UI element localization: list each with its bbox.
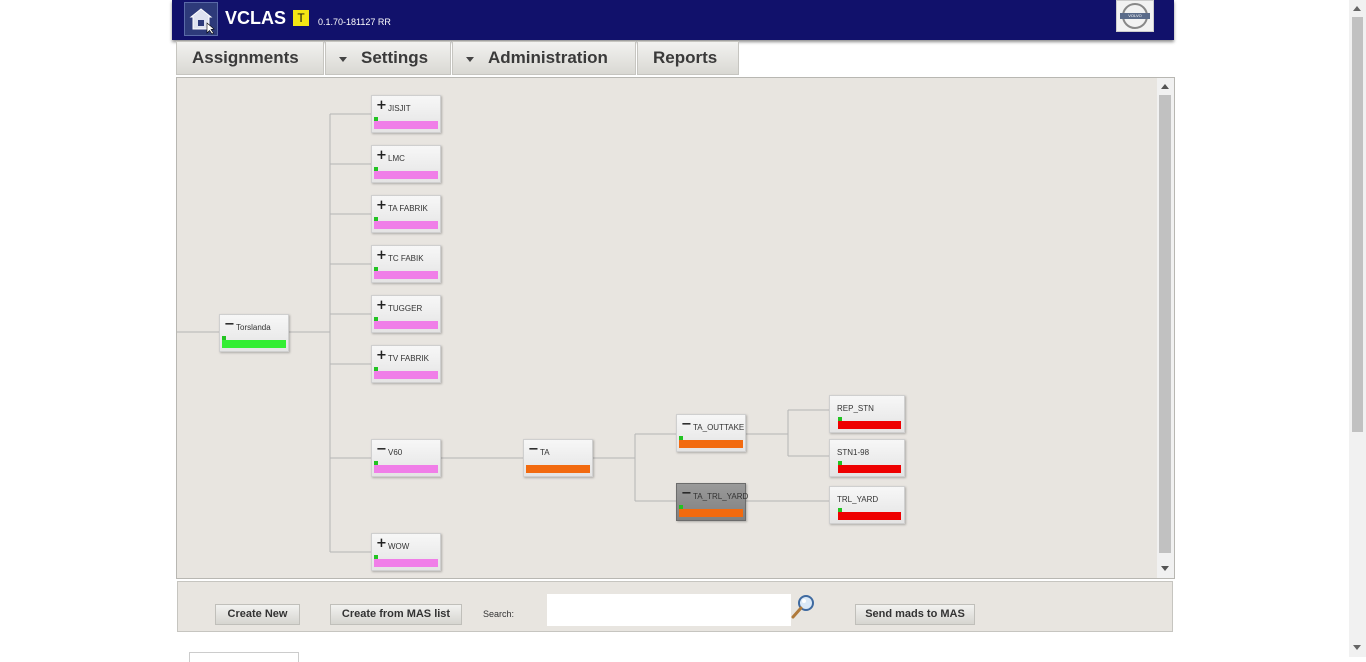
expand-icon[interactable]: + <box>376 349 387 362</box>
collapse-icon[interactable]: − <box>376 443 387 456</box>
search-label: Search: <box>483 609 515 619</box>
page-scroll-thumb[interactable] <box>1352 17 1363 432</box>
app-home-icon[interactable] <box>184 2 218 36</box>
tree-scrollbar[interactable] <box>1157 78 1174 578</box>
app-title: VCLAS <box>225 8 287 28</box>
dropdown-caret-icon <box>466 57 474 62</box>
tree-node-ta[interactable]: − TA <box>523 439 593 477</box>
tree-node-rep-stn[interactable]: REP_STN <box>829 395 905 433</box>
tree-node-ta-outtake[interactable]: − TA_OUTTAKE <box>676 414 746 452</box>
volvo-logo: VOLVO <box>1116 0 1154 32</box>
tree-node-tc-fabik[interactable]: + TC FABIK <box>371 245 441 283</box>
expand-icon[interactable]: + <box>376 149 387 162</box>
status-bar <box>374 371 438 379</box>
tab-assignments[interactable]: Assignments <box>176 41 324 75</box>
app-header: VCLAS T 0.1.70-181127 RR VOLVO <box>172 0 1174 40</box>
scroll-thumb[interactable] <box>1159 95 1171 553</box>
status-bar <box>838 421 901 429</box>
status-bar <box>838 512 901 520</box>
collapse-icon[interactable]: − <box>681 487 692 500</box>
footer-fragment <box>189 652 299 662</box>
status-bar <box>374 465 438 473</box>
tree-node-v60[interactable]: − V60 <box>371 439 441 477</box>
search-input[interactable] <box>547 594 791 626</box>
collapse-icon[interactable]: − <box>224 318 235 331</box>
status-bar <box>374 271 438 279</box>
hierarchy-tree-panel: − Torslanda + JISJIT + LMC + TA FABRIK +… <box>176 77 1175 579</box>
status-bar <box>679 440 743 448</box>
send-mads-to-mas-button[interactable]: Send mads to MAS <box>855 604 975 625</box>
status-bar <box>526 465 590 473</box>
tree-node-ta-trl-yard[interactable]: − TA_TRL_YARD <box>676 483 748 521</box>
expand-icon[interactable]: + <box>376 537 387 550</box>
collapse-icon[interactable]: − <box>681 418 692 431</box>
status-bar <box>374 559 438 567</box>
status-bar <box>222 340 286 348</box>
status-bar <box>374 121 438 129</box>
page-scrollbar[interactable] <box>1349 0 1366 657</box>
collapse-icon[interactable]: − <box>528 443 539 456</box>
scroll-up-icon[interactable] <box>1161 84 1169 89</box>
create-new-button[interactable]: Create New <box>215 604 300 625</box>
dropdown-caret-icon <box>339 57 347 62</box>
expand-icon[interactable]: + <box>376 299 387 312</box>
status-bar <box>374 221 438 229</box>
create-from-mas-list-button[interactable]: Create from MAS list <box>330 604 462 625</box>
tree-node-lmc[interactable]: + LMC <box>371 145 441 183</box>
tab-administration[interactable]: Administration <box>452 41 636 75</box>
version-label: 0.1.70-181127 RR <box>318 17 391 27</box>
page-scroll-down-icon[interactable] <box>1353 645 1361 650</box>
status-bar <box>374 321 438 329</box>
tab-reports[interactable]: Reports <box>637 41 739 75</box>
page-scroll-up-icon[interactable] <box>1353 6 1361 11</box>
tree-node-tugger[interactable]: + TUGGER <box>371 295 441 333</box>
tree-node-tv-fabrik[interactable]: + TV FABRIK <box>371 345 441 383</box>
tree-node-torslanda[interactable]: − Torslanda <box>219 314 289 352</box>
scroll-down-icon[interactable] <box>1161 566 1169 571</box>
expand-icon[interactable]: + <box>376 99 387 112</box>
tab-settings[interactable]: Settings <box>325 41 451 75</box>
status-bar <box>374 171 438 179</box>
expand-icon[interactable]: + <box>376 249 387 262</box>
tree-node-wow[interactable]: + WOW <box>371 533 441 571</box>
search-icon[interactable] <box>790 593 818 621</box>
tree-node-trl-yard[interactable]: TRL_YARD <box>829 486 905 524</box>
tree-node-jisjit[interactable]: + JISJIT <box>371 95 441 133</box>
expand-icon[interactable]: + <box>376 199 387 212</box>
tree-node-ta-fabrik[interactable]: + TA FABRIK <box>371 195 441 233</box>
status-bar <box>679 509 743 517</box>
environment-badge: T <box>293 10 309 26</box>
status-bar <box>838 465 901 473</box>
tree-node-stn1-98[interactable]: STN1-98 <box>829 439 905 477</box>
